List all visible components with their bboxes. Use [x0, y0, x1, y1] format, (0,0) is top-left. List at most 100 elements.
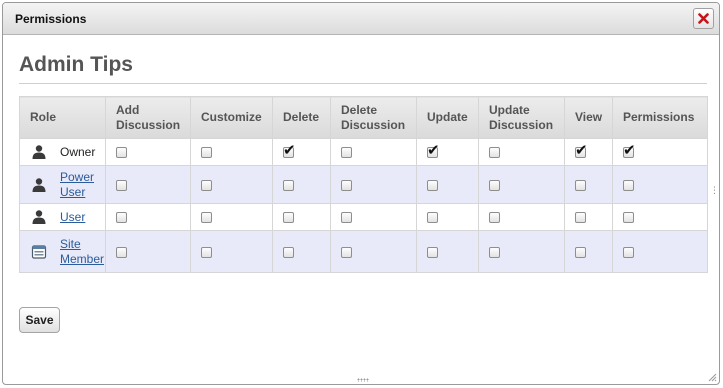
permission-checkbox[interactable]: ✔: [201, 212, 212, 224]
permission-cell: ✔: [272, 230, 331, 273]
permission-cell: ✔: [478, 230, 565, 273]
permission-cell: ✔: [416, 138, 479, 166]
column-header: Update Discussion: [478, 96, 565, 139]
close-icon: [698, 13, 709, 24]
permission-checkbox[interactable]: ✔: [116, 179, 127, 191]
permission-cell: ✔: [105, 203, 191, 231]
column-header: Update: [416, 96, 479, 139]
table-row: Power User ✔ ✔ ✔ ✔ ✔ ✔ ✔ ✔: [19, 165, 708, 204]
dialog-titlebar[interactable]: Permissions: [3, 3, 719, 35]
permission-checkbox[interactable]: ✔: [116, 212, 127, 224]
user-icon: [30, 176, 48, 194]
permission-cell: ✔: [330, 138, 417, 166]
permission-checkbox[interactable]: ✔: [283, 143, 296, 159]
permissions-table: Role Add Discussion Customize Delete Del…: [19, 96, 708, 273]
permission-checkbox[interactable]: ✔: [623, 212, 634, 224]
permission-cell: ✔: [612, 165, 708, 204]
column-header: Delete Discussion: [330, 96, 417, 139]
permission-checkbox[interactable]: ✔: [283, 212, 294, 224]
permission-checkbox[interactable]: ✔: [341, 147, 352, 159]
permission-checkbox[interactable]: ✔: [575, 179, 586, 191]
role-cell: Power User: [19, 165, 106, 204]
permission-checkbox[interactable]: ✔: [427, 143, 440, 159]
role-cell: User: [19, 203, 106, 231]
permission-cell: ✔: [190, 138, 273, 166]
permission-cell: ✔: [612, 230, 708, 273]
role-link[interactable]: Site Member: [60, 237, 104, 267]
permission-cell: ✔: [478, 138, 565, 166]
permission-checkbox[interactable]: ✔: [341, 212, 352, 224]
permission-cell: ✔: [190, 203, 273, 231]
permissions-dialog: Permissions Admin Tips Role Add Discussi…: [2, 2, 720, 385]
permission-cell: ✔: [612, 138, 708, 166]
resize-corner-icon[interactable]: [707, 372, 717, 382]
permission-cell: ✔: [105, 230, 191, 273]
permission-cell: ✔: [272, 165, 331, 204]
permission-checkbox[interactable]: ✔: [489, 179, 500, 191]
permission-checkbox[interactable]: ✔: [341, 246, 352, 258]
resize-handle-bottom[interactable]: [357, 378, 369, 382]
checkmark-icon: ✔: [575, 142, 588, 160]
permission-checkbox[interactable]: ✔: [575, 143, 588, 159]
permission-checkbox[interactable]: ✔: [116, 147, 127, 159]
permission-checkbox[interactable]: ✔: [623, 179, 634, 191]
permission-cell: ✔: [330, 203, 417, 231]
permission-cell: ✔: [564, 138, 613, 166]
permission-cell: ✔: [105, 165, 191, 204]
page-title: Admin Tips: [19, 53, 133, 76]
permission-checkbox[interactable]: ✔: [201, 179, 212, 191]
permission-cell: ✔: [564, 165, 613, 204]
role-link[interactable]: User: [60, 210, 85, 225]
permission-cell: ✔: [105, 138, 191, 166]
permission-checkbox[interactable]: ✔: [623, 246, 634, 258]
permission-checkbox[interactable]: ✔: [623, 143, 636, 159]
permission-checkbox[interactable]: ✔: [201, 246, 212, 258]
permission-cell: ✔: [478, 165, 565, 204]
permission-cell: ✔: [330, 230, 417, 273]
site-member-icon: [30, 243, 48, 261]
permission-cell: ✔: [612, 203, 708, 231]
table-row: Owner ✔ ✔ ✔ ✔ ✔ ✔ ✔ ✔: [19, 138, 708, 166]
save-button[interactable]: Save: [19, 307, 60, 333]
permission-cell: ✔: [190, 165, 273, 204]
heading-divider: [19, 83, 707, 84]
permission-cell: ✔: [272, 138, 331, 166]
role-name: Owner: [60, 144, 96, 159]
permission-cell: ✔: [416, 165, 479, 204]
permission-cell: ✔: [564, 230, 613, 273]
column-header: Delete: [272, 96, 331, 139]
role-link[interactable]: Power User: [60, 170, 95, 200]
permission-checkbox[interactable]: ✔: [283, 179, 294, 191]
column-header: View: [564, 96, 613, 139]
role-cell: Site Member: [19, 230, 106, 273]
permission-cell: ✔: [564, 203, 613, 231]
checkmark-icon: ✔: [623, 142, 636, 160]
permission-checkbox[interactable]: ✔: [575, 212, 586, 224]
checkmark-icon: ✔: [427, 142, 440, 160]
table-row: User ✔ ✔ ✔ ✔ ✔ ✔ ✔ ✔: [19, 203, 708, 231]
column-header: Add Discussion: [105, 96, 191, 139]
checkmark-icon: ✔: [283, 142, 296, 160]
permission-checkbox[interactable]: ✔: [489, 246, 500, 258]
permission-cell: ✔: [330, 165, 417, 204]
permission-checkbox[interactable]: ✔: [427, 212, 438, 224]
table-row: Site Member ✔ ✔ ✔ ✔ ✔ ✔ ✔ ✔: [19, 230, 708, 273]
permission-checkbox[interactable]: ✔: [575, 246, 586, 258]
permission-cell: ✔: [416, 203, 479, 231]
close-button[interactable]: [693, 8, 714, 29]
permission-checkbox[interactable]: ✔: [489, 212, 500, 224]
permission-checkbox[interactable]: ✔: [116, 246, 127, 258]
permission-checkbox[interactable]: ✔: [201, 147, 212, 159]
permission-cell: ✔: [478, 203, 565, 231]
permission-checkbox[interactable]: ✔: [427, 179, 438, 191]
user-icon: [30, 143, 48, 161]
resize-handle-right[interactable]: ⋮: [710, 186, 719, 195]
dialog-title: Permissions: [15, 12, 87, 26]
permission-checkbox[interactable]: ✔: [283, 246, 294, 258]
column-header: Role: [19, 96, 106, 139]
permission-checkbox[interactable]: ✔: [341, 179, 352, 191]
permission-checkbox[interactable]: ✔: [489, 147, 500, 159]
permission-cell: ✔: [416, 230, 479, 273]
permission-cell: ✔: [272, 203, 331, 231]
permission-checkbox[interactable]: ✔: [427, 246, 438, 258]
